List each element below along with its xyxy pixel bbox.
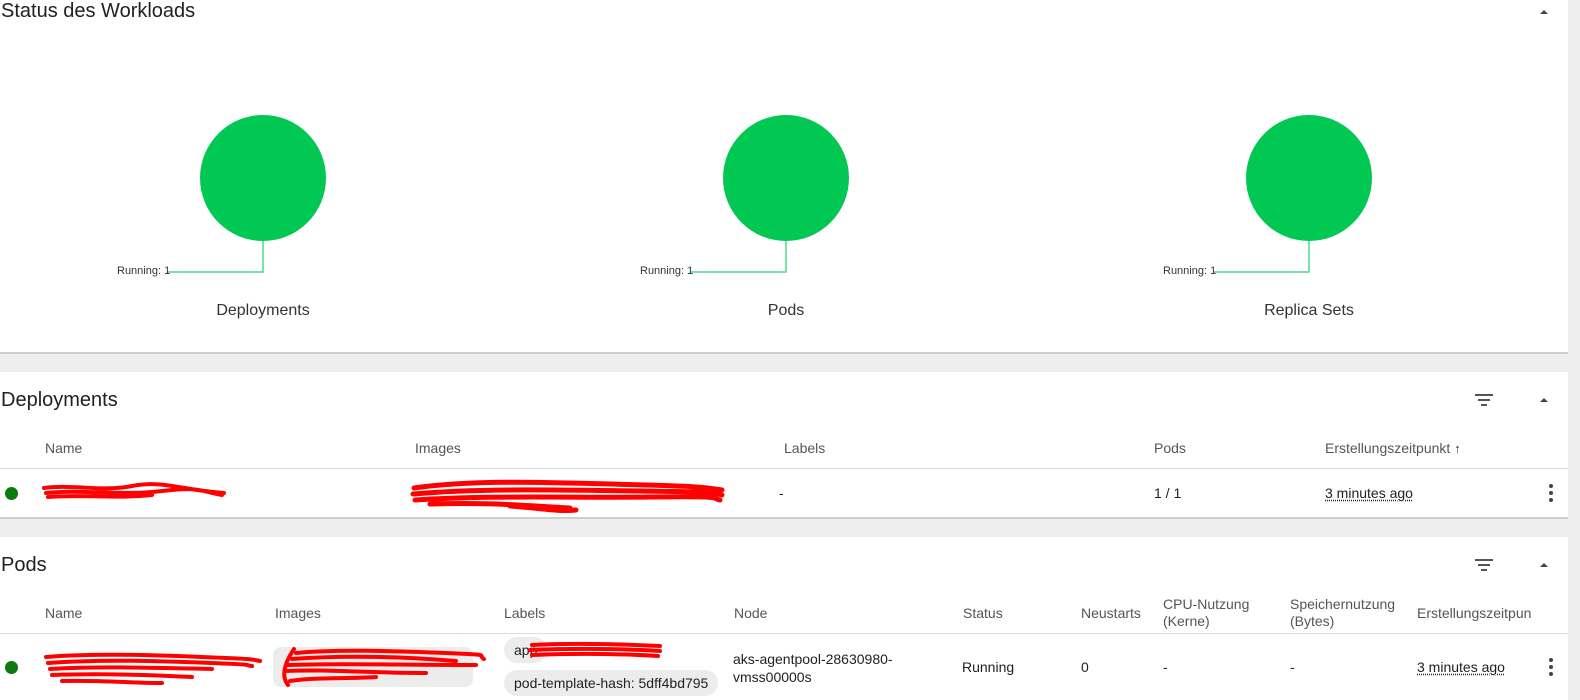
redacted-image <box>282 647 486 687</box>
deployments-card: Deployments Name Images Labels Pods Erst… <box>0 372 1568 519</box>
redacted-label-value <box>528 641 662 658</box>
replica-sets-chart-title: Replica Sets <box>1264 302 1354 319</box>
more-vert-icon[interactable] <box>1548 484 1554 504</box>
chevron-up-icon[interactable] <box>1534 555 1554 575</box>
replica-sets-running-label: Running: 1 <box>1163 265 1217 277</box>
pods-running-leader <box>690 241 787 273</box>
label-chip-pod-template-hash: pod-template-hash: 5dff4bd795 <box>504 670 719 696</box>
deployments-running-leader <box>167 241 264 273</box>
column-header-created[interactable]: Erstellungszeitpun <box>1417 605 1531 622</box>
column-header-status[interactable]: Status <box>963 605 1003 622</box>
replica-sets-running-slice <box>1246 115 1372 241</box>
chevron-up-icon[interactable] <box>1534 390 1554 410</box>
pods-cell: 1 / 1 <box>1154 485 1182 501</box>
deployments-status-chart: Running: 1 Deployments <box>113 100 413 340</box>
column-header-images: Images <box>415 440 461 456</box>
node-cell[interactable]: aks-agentpool-28630980-vmss00000s <box>733 650 923 686</box>
redacted-name[interactable] <box>42 647 264 691</box>
pods-running-slice <box>723 115 849 241</box>
column-header-name[interactable]: Name <box>45 440 82 457</box>
created-cell[interactable]: 3 minutes ago <box>1325 485 1413 501</box>
table-header-divider <box>0 633 1568 634</box>
pods-card: Pods Name Images Labels Node Status Neus… <box>0 537 1568 700</box>
chevron-up-icon[interactable] <box>1534 2 1554 22</box>
status-ok-icon <box>5 661 18 674</box>
deployments-running-label: Running: 1 <box>117 265 171 277</box>
column-header-labels: Labels <box>784 440 826 456</box>
column-header-created-label: Erstellungszeitpunkt <box>1325 440 1451 456</box>
deployments-chart-title: Deployments <box>216 302 310 319</box>
cpu-cell: - <box>1163 659 1168 675</box>
pods-status-chart: Running: 1 Pods <box>636 100 936 340</box>
column-header-name[interactable]: Name <box>45 605 82 622</box>
table-header-divider <box>0 468 1568 469</box>
created-cell[interactable]: 3 minutes ago <box>1417 659 1505 675</box>
memory-cell: - <box>1290 659 1295 675</box>
column-header-memory: Speichernutzung (Bytes) <box>1290 596 1396 629</box>
labels-cell: - <box>779 485 784 501</box>
column-header-node[interactable]: Node <box>734 605 767 622</box>
arrow-up-icon[interactable]: ↑ <box>1454 440 1461 457</box>
column-header-cpu: CPU-Nutzung (Kerne) <box>1163 596 1250 629</box>
workload-status-title: Status des Workloads <box>1 0 196 22</box>
status-ok-icon <box>5 487 18 500</box>
more-vert-icon[interactable] <box>1548 658 1554 678</box>
redacted-name[interactable] <box>42 480 228 502</box>
column-header-labels: Labels <box>504 605 546 621</box>
workload-status-header: Status des Workloads <box>0 0 1568 40</box>
column-header-pods[interactable]: Pods <box>1154 440 1186 457</box>
column-header-images: Images <box>275 605 321 621</box>
column-header-restarts[interactable]: Neustarts <box>1081 605 1141 622</box>
deployments-title: Deployments <box>1 389 118 411</box>
filter-icon[interactable] <box>1472 553 1496 577</box>
pods-chart-title: Pods <box>767 302 805 319</box>
pods-title: Pods <box>1 554 47 576</box>
status-cell: Running <box>962 659 1015 675</box>
replica-sets-running-leader <box>1213 241 1310 273</box>
pods-running-label: Running: 1 <box>640 265 694 277</box>
redacted-image <box>410 479 725 514</box>
deployments-running-slice <box>200 115 326 241</box>
replica-sets-status-chart: Running: 1 Replica Sets <box>1159 100 1459 340</box>
column-header-created[interactable]: Erstellungszeitpunkt ↑ <box>1325 440 1461 457</box>
workload-status-card: Status des Workloads Running: 1 Deployme… <box>0 0 1568 354</box>
restarts-cell: 0 <box>1081 659 1089 675</box>
filter-icon[interactable] <box>1472 388 1496 412</box>
